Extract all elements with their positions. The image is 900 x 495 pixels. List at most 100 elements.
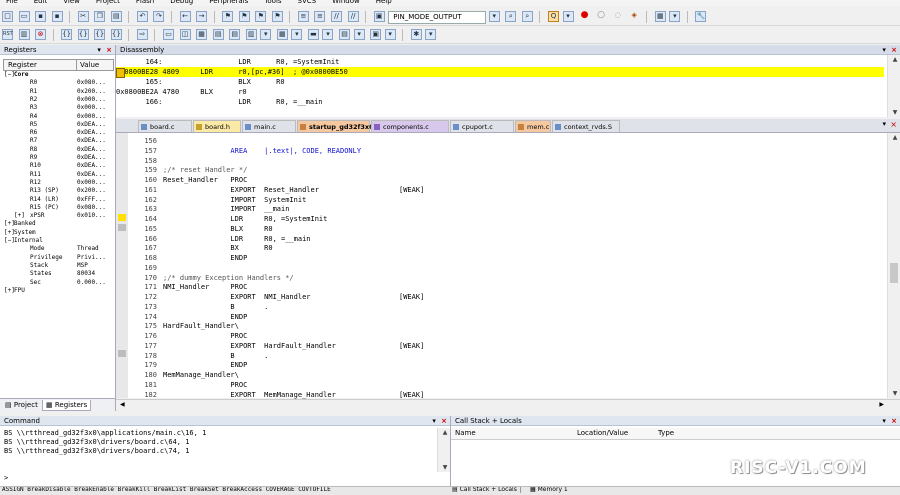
register-row[interactable]: [−] Core (0, 71, 112, 79)
register-row[interactable]: R12 0x000... (0, 179, 112, 187)
register-value[interactable]: 0x080... (77, 204, 106, 212)
menu-item-help[interactable]: Help (376, 0, 392, 5)
redo-icon[interactable]: ↷ (153, 11, 165, 22)
combo-dropdown-icon[interactable]: ▾ (488, 11, 500, 22)
code-line[interactable]: 171 NMI_Handler PROC (128, 282, 888, 292)
code-editor[interactable]: 156 157 AREA |.text|, CODE, READONLY 158 15… (116, 133, 900, 400)
tab-file[interactable]: cpuport.c (450, 120, 514, 132)
disassembly-window-icon[interactable]: ◫ (179, 29, 191, 40)
code-line[interactable]: 176 PROC (128, 331, 888, 341)
register-row[interactable]: [+] xPSR 0x010... (0, 212, 112, 220)
tab-file[interactable]: startup_gd32f3x0.s (297, 120, 380, 132)
register-row[interactable]: Stack MSP (0, 262, 112, 270)
register-value[interactable]: 0xDEA... (77, 162, 106, 170)
step-out-icon[interactable]: {} (94, 29, 106, 40)
register-row[interactable]: Sec 0.000... (0, 279, 112, 287)
cut-icon[interactable]: ✂ (77, 11, 89, 22)
indent-icon[interactable]: ≡ (297, 11, 309, 22)
code-line[interactable]: 165 BLX R0 (128, 224, 888, 234)
target-combo[interactable]: PIN_MODE_OUTPUT (388, 11, 487, 24)
serial-window-icon[interactable]: ▬ (307, 29, 319, 40)
register-row[interactable]: R10 0xDEA... (0, 162, 112, 170)
show-next-statement-icon[interactable]: ⇨ (136, 29, 148, 40)
code-line[interactable]: 167 BX R0 (128, 243, 888, 253)
menu-item-flash[interactable]: Flash (136, 0, 154, 5)
register-value[interactable]: Thread (77, 245, 99, 253)
nav-forward-icon[interactable]: → (196, 11, 208, 22)
code-line[interactable]: 181 PROC (128, 380, 888, 390)
col-location-header[interactable]: Location/Value (577, 428, 628, 439)
col-name-header[interactable]: Name (455, 428, 476, 439)
register-row[interactable]: R2 0x000... (0, 96, 112, 104)
code-line[interactable]: 178 B . (128, 351, 888, 361)
bookmark-icon[interactable]: ⚑ (222, 11, 234, 22)
register-row[interactable]: [−] Internal (0, 237, 112, 245)
registers-window-icon[interactable]: ▤ (212, 29, 224, 40)
menu-item-peripherals[interactable]: Peripherals (209, 0, 248, 5)
register-row[interactable]: [+] FPU (0, 287, 112, 295)
code-line[interactable]: 168 ENDP (128, 253, 888, 263)
register-row[interactable]: R7 0xDEA... (0, 137, 112, 145)
analysis-dropdown-icon[interactable]: ▾ (353, 29, 365, 40)
open-folder-icon[interactable]: ▭ (18, 11, 30, 22)
memory-dropdown-icon[interactable]: ▾ (291, 29, 303, 40)
step-into-icon[interactable]: {} (61, 29, 73, 40)
code-line[interactable]: 177 EXPORT HardFault_Handler [WEAK] (128, 341, 888, 351)
disassembly-line[interactable]: 165: BLX R0 (116, 77, 884, 87)
bookmark-prev-icon[interactable]: ⚑ (238, 11, 250, 22)
breakpoint-kill-all-icon[interactable]: ◈ (629, 11, 640, 22)
stop-icon[interactable]: ⊗ (35, 29, 47, 40)
undo-icon[interactable]: ↶ (136, 11, 148, 22)
expand-icon[interactable]: [+] (14, 212, 25, 220)
bookmark-clear-icon[interactable]: ⚑ (271, 11, 283, 22)
register-value[interactable]: 0x000... (77, 96, 106, 104)
code-line[interactable]: 158 (128, 156, 888, 166)
menu-item-svcs[interactable]: SVCS (298, 0, 317, 5)
col-type-header[interactable]: Type (658, 428, 674, 439)
uncomment-icon[interactable]: // (347, 11, 359, 22)
code-line[interactable]: 160 Reset_Handler PROC (128, 175, 888, 185)
register-value[interactable]: 0xFFF... (77, 196, 106, 204)
register-value[interactable]: Privi... (77, 254, 106, 262)
disassembly-line[interactable]: 164: LDR R0, =SystemInit (116, 57, 884, 67)
register-row[interactable]: R14 (LR) 0xFFF... (0, 196, 112, 204)
tab-file[interactable]: components.c (371, 120, 449, 132)
code-line[interactable]: 180 MemManage_Handler\ (128, 370, 888, 380)
code-line[interactable]: 170 ;/* dummy Exception Handlers */ (128, 273, 888, 283)
nav-back-icon[interactable]: ← (179, 11, 191, 22)
incremental-find-icon[interactable]: ⌕ (521, 11, 533, 22)
editor-scrollbar[interactable]: ▲ ▼ (887, 133, 900, 398)
code-line[interactable]: 159 ;/* reset Handler */ (128, 165, 888, 175)
watch-dropdown-icon[interactable]: ▾ (260, 29, 272, 40)
code-line[interactable]: 174 ENDP (128, 312, 888, 322)
register-row[interactable]: [+] System (0, 229, 112, 237)
unindent-icon[interactable]: ≡ (314, 11, 326, 22)
paste-icon[interactable]: ▤ (110, 11, 122, 22)
register-value[interactable]: 0xDEA... (77, 121, 106, 129)
breakpoint-gutter[interactable] (116, 133, 128, 398)
register-row[interactable]: R11 0xDEA... (0, 171, 112, 179)
tab-file[interactable]: context_rvds.S (552, 120, 620, 132)
save-icon[interactable]: ▪ (35, 11, 47, 22)
watch-window-icon[interactable]: ▥ (245, 29, 257, 40)
menu-item-file[interactable]: File (6, 0, 18, 5)
register-value[interactable]: 0x200... (77, 88, 106, 96)
disassembly-line[interactable]: 166: LDR R0, =__main (116, 97, 884, 107)
tab-project[interactable]: ▤ Project (2, 400, 41, 410)
register-value[interactable]: 0x000... (77, 113, 106, 121)
register-row[interactable]: R3 0x000... (0, 104, 112, 112)
disassembly-scrollbar[interactable]: ▲ ▼ (887, 55, 900, 117)
configure-icon[interactable]: 🔧 (695, 11, 707, 22)
serial-dropdown-icon[interactable]: ▾ (322, 29, 334, 40)
tab-registers[interactable]: ▦ Registers (42, 400, 92, 411)
code-line[interactable]: 182 EXPORT MemManage_Handler [WEAK] (128, 390, 888, 400)
menu-item-tools[interactable]: Tools (264, 0, 281, 5)
debug-session-icon[interactable]: Q (547, 11, 559, 22)
register-value[interactable]: MSP (77, 262, 88, 270)
breakpoint-disable-all-icon[interactable]: ◌ (612, 11, 623, 22)
col-value-header[interactable]: Value (76, 60, 99, 70)
register-value[interactable]: 0xDEA... (77, 137, 106, 145)
trace-window-icon[interactable]: ▣ (370, 29, 382, 40)
tab-close-icon[interactable]: × (890, 120, 897, 129)
panel-pin-close[interactable]: ▾ × (882, 416, 897, 426)
